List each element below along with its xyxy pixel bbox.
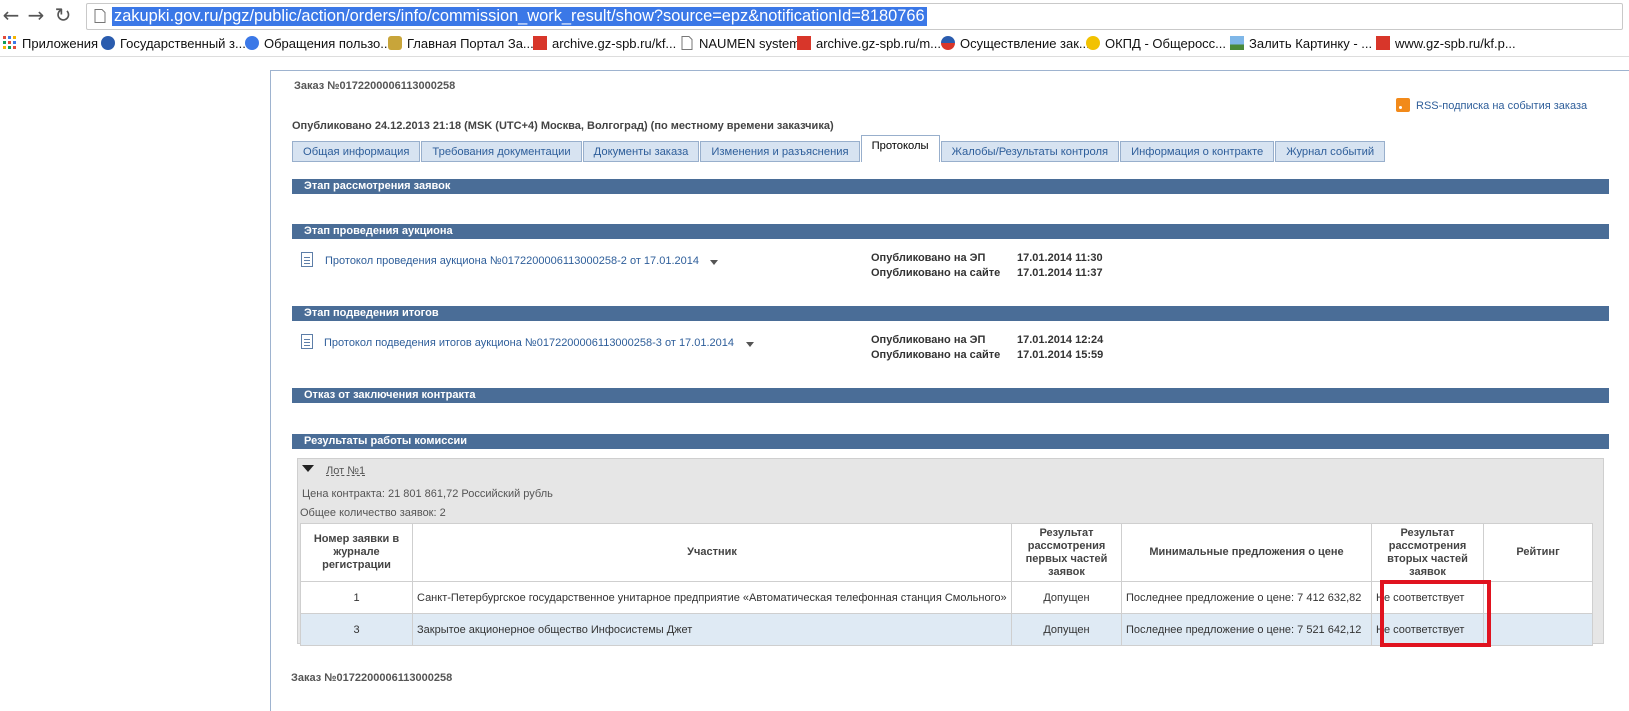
tab-complaints[interactable]: Жалобы/Результаты контроля: [940, 141, 1120, 162]
cell-number: 1: [300, 581, 413, 614]
info-circle-icon: [245, 36, 259, 50]
section-commission: Результаты работы комиссии: [292, 434, 1609, 449]
emblem-icon: [388, 36, 402, 50]
rss-link[interactable]: RSS-подписка на события заказа: [1396, 98, 1587, 112]
spb-logo-icon: [797, 36, 811, 50]
collapse-triangle-icon[interactable]: [302, 465, 314, 472]
bookmark-gos[interactable]: Государственный з...: [101, 35, 246, 53]
document-icon: [301, 334, 313, 349]
apps-grid-icon: [3, 36, 16, 49]
pub-site-value: 17.01.2014 11:37: [1017, 267, 1103, 279]
cell-first-result: Допущен: [1011, 613, 1122, 646]
k-logo-icon: [1086, 36, 1100, 50]
cell-participant: Санкт-Петербургское государственное унит…: [412, 581, 1012, 614]
tab-protocols[interactable]: Протоколы: [860, 135, 940, 162]
col-second-parts: Результат рассмотрения вторых частей зая…: [1371, 523, 1484, 582]
pub-site-label: Опубликовано на сайте: [871, 349, 1001, 361]
bookmark-portal[interactable]: Главная Портал За...: [388, 35, 534, 53]
tab-requirements[interactable]: Требования документации: [421, 141, 582, 162]
bookmark-apps[interactable]: Приложения: [3, 35, 98, 53]
lot-label[interactable]: Лот №1: [326, 465, 365, 477]
tab-general[interactable]: Общая информация: [292, 141, 421, 162]
section-refusal: Отказ от заключения контракта: [292, 388, 1609, 403]
forward-icon[interactable]: →: [25, 4, 47, 26]
dropdown-caret-icon[interactable]: [746, 342, 754, 347]
order-title: Заказ №0172200006113000258: [294, 80, 456, 92]
cell-first-result: Допущен: [1011, 581, 1122, 614]
pub-ep-label: Опубликовано на ЭП: [871, 334, 986, 346]
pub-ep-value: 17.01.2014 12:24: [1017, 334, 1104, 346]
bookmark-upload-image[interactable]: Залить Картинку - ...: [1230, 35, 1372, 53]
cell-number: 3: [300, 613, 413, 646]
browser-toolbar: ← → ↻ zakupki.gov.ru/pgz/public/action/o…: [0, 0, 1629, 32]
bookmark-archive-m[interactable]: archive.gz-spb.ru/m...: [797, 35, 941, 53]
bookmark-procurement[interactable]: Осуществление зак...: [941, 35, 1090, 53]
cell-participant: Закрытое акционерное общество Инфосистем…: [412, 613, 1012, 646]
landscape-icon: [1230, 36, 1244, 50]
site-logo-icon: [941, 36, 955, 50]
bookmark-archive-kf[interactable]: archive.gz-spb.ru/kf...: [533, 35, 676, 53]
footer-order-title: Заказ №0172200006113000258: [291, 672, 453, 684]
tab-events[interactable]: Журнал событий: [1275, 141, 1386, 162]
cell-price: Последнее предложение о цене: 7 412 632,…: [1121, 581, 1372, 614]
spb-logo-icon: [533, 36, 547, 50]
tab-changes[interactable]: Изменения и разъяснения: [700, 141, 860, 162]
cell-rating: [1483, 613, 1593, 646]
summary-protocol-link[interactable]: Протокол подведения итогов аукциона №017…: [324, 337, 734, 349]
tab-contract[interactable]: Информация о контракте: [1120, 141, 1275, 162]
page-icon: [681, 36, 693, 50]
bookmark-okpd[interactable]: ОКПД - Общеросс...: [1086, 35, 1226, 53]
bookmark-appeals[interactable]: Обращения пользо...: [245, 35, 391, 53]
col-participant: Участник: [412, 523, 1012, 582]
highlight-annotation: [1380, 580, 1491, 647]
auction-protocol-link[interactable]: Протокол проведения аукциона №0172200006…: [325, 255, 699, 267]
section-review: Этап рассмотрения заявок: [292, 179, 1609, 194]
table-header-row: Номер заявки в журнале регистрации Участ…: [300, 523, 1593, 582]
bookmark-naumen[interactable]: NAUMEN system: [680, 35, 800, 53]
bookmark-gz-spb[interactable]: www.gz-spb.ru/kf.p...: [1376, 35, 1516, 53]
url-text[interactable]: zakupki.gov.ru/pgz/public/action/orders/…: [112, 7, 927, 26]
spb-logo-icon: [1376, 36, 1390, 50]
col-min-price: Минимальные предложения о цене: [1121, 523, 1372, 582]
rss-icon: [1396, 98, 1410, 112]
cell-price: Последнее предложение о цене: 7 521 642,…: [1121, 613, 1372, 646]
document-icon: [301, 252, 313, 267]
applications-count: Общее количество заявок: 2: [300, 507, 446, 519]
col-application-number: Номер заявки в журнале регистрации: [300, 523, 413, 582]
dropdown-caret-icon[interactable]: [710, 260, 718, 265]
pub-site-label: Опубликовано на сайте: [871, 267, 1001, 279]
order-tabs: Общая информация Требования документации…: [292, 134, 1386, 162]
address-bar[interactable]: zakupki.gov.ru/pgz/public/action/orders/…: [86, 3, 1623, 30]
col-rating: Рейтинг: [1483, 523, 1593, 582]
section-summary: Этап подведения итогов: [292, 306, 1609, 321]
bookmarks-bar: Приложения Государственный з... Обращени…: [0, 32, 1629, 57]
section-auction: Этап проведения аукциона: [292, 224, 1609, 239]
pub-ep-label: Опубликовано на ЭП: [871, 252, 986, 264]
pub-ep-value: 17.01.2014 11:30: [1017, 252, 1103, 264]
reload-icon[interactable]: ↻: [52, 4, 74, 26]
page-icon: [94, 9, 106, 23]
contract-price: Цена контракта: 21 801 861,72 Российский…: [302, 488, 553, 500]
pub-site-value: 17.01.2014 15:59: [1017, 349, 1104, 361]
tab-documents[interactable]: Документы заказа: [582, 141, 700, 162]
back-icon[interactable]: ←: [0, 4, 22, 26]
cell-rating: [1483, 581, 1593, 614]
published-info: Опубликовано 24.12.2013 21:18 (MSK (UTC+…: [292, 120, 834, 132]
col-first-parts: Результат рассмотрения первых частей зая…: [1011, 523, 1122, 582]
globe-icon: [101, 36, 115, 50]
